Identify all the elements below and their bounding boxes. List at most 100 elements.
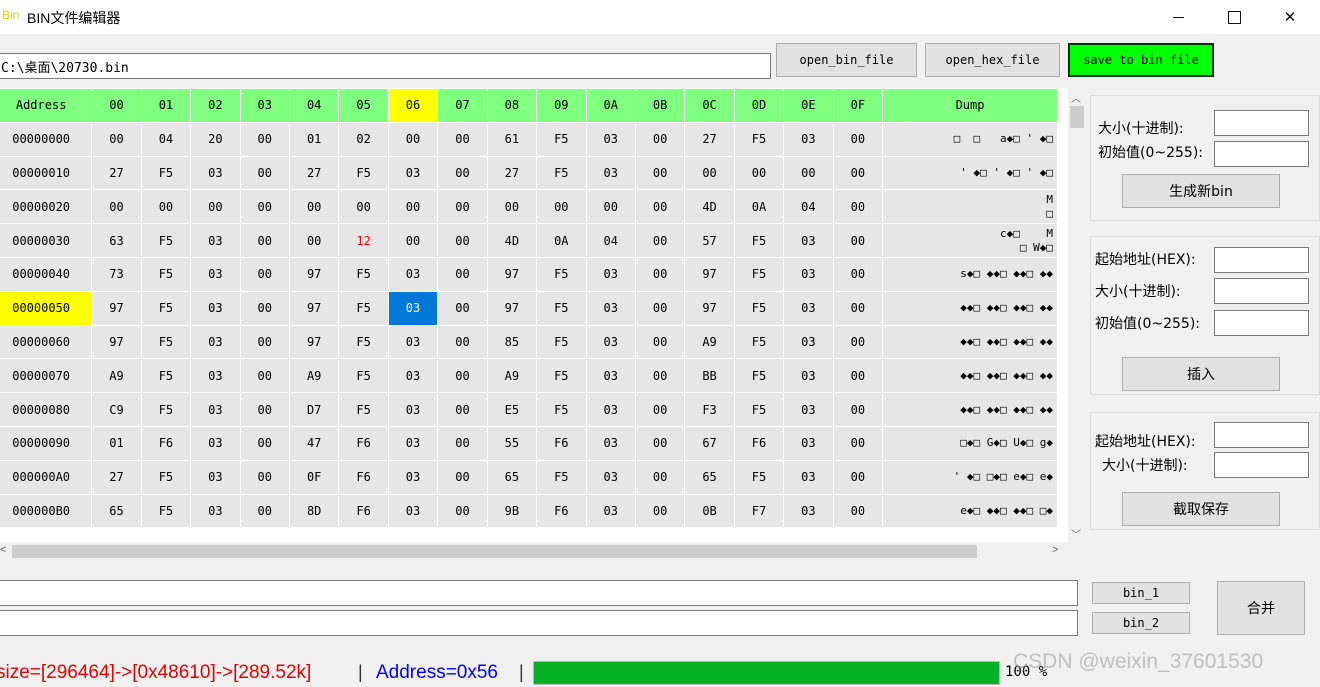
dump-column-header[interactable]: Dump — [882, 88, 1058, 123]
byte-cell[interactable]: 00 — [338, 189, 389, 225]
byte-cell[interactable]: F5 — [733, 324, 785, 360]
byte-cell[interactable]: 00 — [832, 155, 884, 191]
byte-cell[interactable]: E5 — [486, 392, 538, 427]
byte-cell[interactable]: 00 — [239, 459, 290, 495]
gen-size-input[interactable] — [1214, 110, 1309, 136]
byte-cell[interactable]: 0A — [536, 223, 587, 258]
dump-cell[interactable]: c◆□ M □ W◆□ — [882, 223, 1058, 258]
byte-cell[interactable]: 63 — [91, 223, 142, 258]
byte-cell[interactable]: 04 — [783, 189, 834, 225]
byte-cell[interactable]: 03 — [190, 290, 241, 326]
byte-cell[interactable]: 00 — [486, 189, 538, 225]
byte-cell[interactable]: F5 — [140, 459, 192, 495]
table-row[interactable]: 000000B0 65 F5 03 00 8D F6 03 00 9B F6 03 00 0B F7 03 00… — [0, 493, 1058, 529]
open-hex-file-button[interactable]: open_hex_file — [925, 43, 1060, 77]
byte-cell[interactable]: F5 — [536, 459, 587, 495]
byte-cell[interactable]: 00 — [239, 493, 290, 529]
byte-cell[interactable]: F5 — [536, 121, 587, 157]
table-row[interactable]: 00000070 A9 F5 03 00 A9 F5 03 00 A9 F5 03 00 BB F5 03 00… — [0, 358, 1058, 394]
byte-cell[interactable]: 00 — [437, 121, 488, 157]
insert-init-input[interactable] — [1214, 310, 1309, 336]
hex-grid[interactable]: Address 00 01 02 03 04 05 06 07 08 09 0A 0B 0C 0D 0E 0F D… — [0, 88, 1068, 542]
byte-cell[interactable]: 03 — [585, 392, 636, 427]
byte-cell[interactable]: 00 — [437, 324, 488, 360]
byte-cell[interactable]: 00 — [634, 459, 686, 495]
byte-cell[interactable]: 00 — [239, 121, 290, 157]
insert-start-input[interactable] — [1214, 247, 1309, 273]
byte-cell[interactable]: 03 — [387, 256, 439, 292]
byte-cell[interactable]: 65 — [684, 459, 735, 495]
byte-cell[interactable]: 00 — [832, 256, 884, 292]
byte-cell[interactable]: 03 — [190, 155, 241, 191]
byte-cell[interactable]: 57 — [684, 223, 735, 258]
byte-cell[interactable]: 03 — [783, 358, 834, 394]
byte-cell[interactable]: 00 — [634, 358, 686, 394]
table-row[interactable]: 00000090 01 F6 03 00 47 F6 03 00 55 F6 03 00 67 F6 03 00… — [0, 425, 1058, 461]
byte-cell[interactable]: 00 — [684, 155, 735, 191]
table-row[interactable]: 00000080 C9 F5 03 00 D7 F5 03 00 E5 F5 03 00 F3 F5 03 00… — [0, 392, 1058, 427]
byte-cell[interactable]: 4D — [684, 189, 735, 225]
byte-cell[interactable]: 03 — [783, 392, 834, 427]
dump-cell[interactable]: ' ◆□ ' ◆□ ' ◆□ — [882, 155, 1058, 191]
byte-cell[interactable]: 00 — [437, 155, 488, 191]
byte-cell[interactable]: 27 — [91, 459, 142, 495]
byte-cell[interactable]: 03 — [387, 155, 439, 191]
byte-cell[interactable]: 27 — [486, 155, 538, 191]
byte-cell[interactable]: C9 — [91, 392, 142, 427]
byte-cell[interactable]: F6 — [536, 425, 587, 461]
open-bin-file-button[interactable]: open_bin_file — [776, 43, 917, 77]
byte-cell[interactable]: 00 — [437, 392, 488, 427]
byte-cell[interactable]: 97 — [486, 290, 538, 326]
address-cell[interactable]: 000000A0 — [0, 459, 93, 495]
byte-cell[interactable]: 27 — [684, 121, 735, 157]
byte-cell[interactable]: F5 — [338, 155, 389, 191]
dump-cell[interactable]: □◆□ G◆□ U◆□ g◆ — [882, 425, 1058, 461]
dump-cell[interactable]: ◆◆□ ◆◆□ ◆◆□ ◆◆ — [882, 290, 1058, 326]
byte-cell[interactable]: 00 — [91, 121, 142, 157]
byte-cell[interactable]: 67 — [684, 425, 735, 461]
byte-cell[interactable]: 04 — [140, 121, 192, 157]
byte-cell[interactable]: F5 — [338, 358, 389, 394]
address-cell[interactable]: 00000010 — [0, 155, 93, 191]
byte-cell[interactable]: 03 — [783, 425, 834, 461]
extract-size-input[interactable] — [1214, 452, 1309, 478]
byte-column-header[interactable]: 0A — [585, 88, 636, 123]
byte-column-header[interactable]: 09 — [536, 88, 587, 123]
vertical-scrollbar[interactable]: ︿ ﹀ — [1068, 88, 1086, 542]
byte-cell[interactable]: 01 — [91, 425, 142, 461]
byte-cell[interactable]: 00 — [239, 189, 290, 225]
byte-cell[interactable]: 20 — [190, 121, 241, 157]
byte-cell[interactable]: 8D — [288, 493, 340, 529]
byte-cell[interactable]: 00 — [634, 425, 686, 461]
byte-cell[interactable]: F5 — [733, 290, 785, 326]
save-to-bin-file-button[interactable]: save to bin file — [1068, 43, 1214, 77]
address-cell[interactable]: 00000080 — [0, 392, 93, 427]
byte-cell[interactable]: A9 — [91, 358, 142, 394]
byte-cell[interactable]: 03 — [585, 425, 636, 461]
generate-new-bin-button[interactable]: 生成新bin — [1122, 174, 1280, 208]
byte-column-header[interactable]: 0B — [634, 88, 686, 123]
byte-cell[interactable]: F5 — [338, 256, 389, 292]
byte-cell[interactable]: 00 — [634, 324, 686, 360]
byte-cell[interactable]: 00 — [437, 459, 488, 495]
byte-cell[interactable]: 03 — [585, 358, 636, 394]
byte-cell[interactable]: D7 — [288, 392, 340, 427]
byte-cell[interactable]: 03 — [387, 493, 439, 529]
byte-cell[interactable]: F5 — [536, 290, 587, 326]
byte-cell[interactable]: A9 — [684, 324, 735, 360]
byte-cell[interactable]: F6 — [338, 459, 389, 495]
address-cell[interactable]: 00000000 — [0, 121, 93, 157]
byte-cell[interactable]: 03 — [190, 459, 241, 495]
byte-cell[interactable]: 03 — [585, 493, 636, 529]
byte-cell[interactable]: 03 — [585, 290, 636, 326]
byte-cell[interactable]: 47 — [288, 425, 340, 461]
byte-cell[interactable]: 03 — [585, 459, 636, 495]
byte-cell[interactable]: F5 — [536, 358, 587, 394]
byte-column-header[interactable]: 03 — [239, 88, 290, 123]
byte-cell[interactable]: 03 — [387, 290, 439, 326]
byte-cell[interactable]: 00 — [239, 256, 290, 292]
byte-cell[interactable]: 00 — [140, 189, 192, 225]
table-row[interactable]: 00000040 73 F5 03 00 97 F5 03 00 97 F5 03 00 97 F5 03 00… — [0, 256, 1058, 292]
byte-cell[interactable]: 0B — [684, 493, 735, 529]
byte-cell[interactable]: 04 — [585, 223, 636, 258]
